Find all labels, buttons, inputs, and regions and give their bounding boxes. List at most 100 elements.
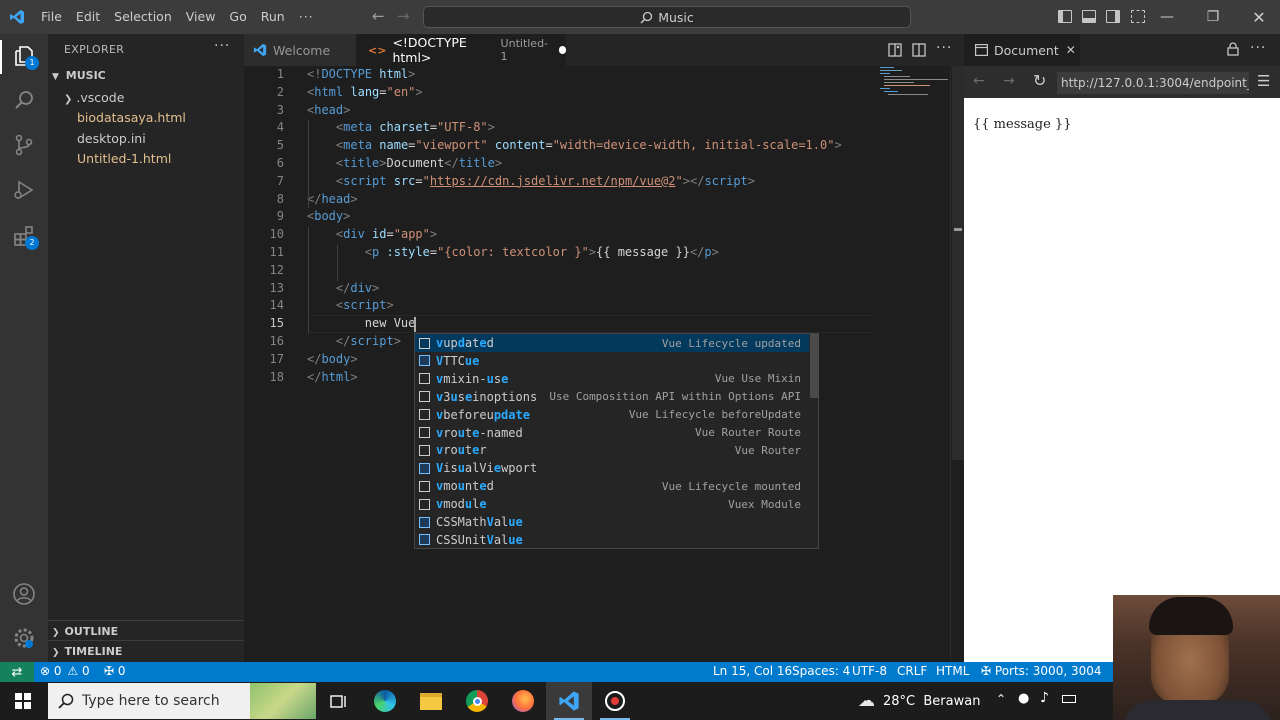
- tree-item-untitled[interactable]: Untitled-1.html: [64, 151, 171, 166]
- tree-item-vscode[interactable]: ❯ .vscode: [64, 90, 124, 105]
- extensions-badge: 2: [25, 236, 39, 250]
- indentation[interactable]: Spaces: 4: [792, 664, 850, 678]
- toggle-sidebar-icon[interactable]: [1058, 10, 1072, 23]
- code-line[interactable]: <p :style="{color: textcolor }">{{ messa…: [307, 245, 719, 259]
- gear-icon[interactable]: [12, 626, 36, 650]
- forward-arrow-icon[interactable]: →: [397, 7, 410, 25]
- lock-icon[interactable]: [1227, 42, 1239, 56]
- suggest-scrollbar[interactable]: [810, 334, 819, 398]
- source-control-icon[interactable]: [12, 133, 36, 157]
- hamburger-menu-icon[interactable]: ☰: [1257, 72, 1270, 90]
- open-preview-icon[interactable]: [888, 43, 902, 57]
- code-line[interactable]: <head>: [307, 103, 350, 117]
- browser-more-actions[interactable]: ···: [1250, 40, 1266, 56]
- outline-section[interactable]: ❯ OUTLINE: [52, 625, 118, 638]
- suggestion-item[interactable]: vroute-named Vue Router Route: [415, 424, 809, 442]
- suggestion-item[interactable]: VTTCue: [415, 352, 809, 370]
- folder-header[interactable]: ▼ MUSIC: [52, 69, 106, 82]
- toggle-panel-icon[interactable]: [1082, 10, 1096, 23]
- suggestion-item[interactable]: CSSUnitValue: [415, 531, 809, 549]
- screen-recorder-icon[interactable]: [592, 682, 638, 720]
- code-line[interactable]: <script src="https://cdn.jsdelivr.net/np…: [307, 174, 755, 188]
- command-center-search[interactable]: Music: [423, 6, 911, 28]
- edge-icon[interactable]: [362, 682, 408, 720]
- browser-back-icon[interactable]: ←: [973, 73, 985, 89]
- code-line[interactable]: <script>: [307, 298, 394, 312]
- code-line[interactable]: <title>Document</title>: [307, 156, 502, 170]
- minimize-icon[interactable]: —: [1144, 0, 1190, 34]
- close-tab-icon[interactable]: ✕: [1066, 43, 1076, 57]
- code-line[interactable]: <html lang="en">: [307, 85, 423, 99]
- accounts-icon[interactable]: [12, 582, 36, 606]
- suggestion-item[interactable]: vmodule Vuex Module: [415, 495, 809, 513]
- chevron-up-icon[interactable]: ⌃: [996, 692, 1006, 706]
- close-window-icon[interactable]: ✕: [1236, 0, 1280, 34]
- remote-icon[interactable]: ⇄: [0, 662, 34, 682]
- search-icon[interactable]: [12, 88, 36, 112]
- run-debug-icon[interactable]: [12, 178, 36, 202]
- firefox-icon[interactable]: [500, 682, 546, 720]
- network-icon[interactable]: ●: [1018, 691, 1029, 706]
- tab-welcome[interactable]: Welcome: [244, 34, 356, 66]
- code-line[interactable]: <meta charset="UTF-8">: [307, 120, 495, 134]
- restore-icon[interactable]: ❐: [1190, 0, 1236, 34]
- tree-item-desktop-ini[interactable]: desktop.ini: [64, 131, 146, 146]
- vscode-taskbar-icon[interactable]: [546, 682, 592, 720]
- windows-start-icon[interactable]: [15, 693, 31, 709]
- vertical-scrollbar[interactable]: [950, 66, 964, 662]
- line-endings[interactable]: CRLF: [897, 664, 927, 678]
- code-line[interactable]: </html>: [307, 370, 358, 384]
- code-line[interactable]: </script>: [307, 334, 401, 348]
- code-line[interactable]: <div id="app">: [307, 227, 437, 241]
- task-view-icon[interactable]: [316, 682, 362, 720]
- live-server-ports[interactable]: ✠ Ports: 3000, 3004: [981, 664, 1102, 678]
- code-line[interactable]: <meta name="viewport" content="width=dev…: [307, 138, 842, 152]
- tree-item-biodatasaya[interactable]: biodatasaya.html: [64, 110, 186, 125]
- code-line[interactable]: </div>: [307, 281, 379, 295]
- menu-view[interactable]: View: [179, 0, 223, 34]
- suggestion-item[interactable]: v3useinoptions Use Composition API within…: [415, 388, 809, 406]
- chrome-icon[interactable]: [454, 682, 500, 720]
- code-line[interactable]: </body>: [307, 352, 358, 366]
- suggestion-item[interactable]: vbeforeupdate Vue Lifecycle beforeUpdate: [415, 406, 809, 424]
- cursor-position[interactable]: Ln 15, Col 16: [713, 664, 792, 678]
- menu-more[interactable]: ···: [292, 0, 321, 34]
- sidebar-more-actions[interactable]: ···: [214, 38, 230, 54]
- tab-document[interactable]: Document ✕: [964, 34, 1080, 66]
- ports-indicator[interactable]: ✠ 0: [104, 664, 126, 678]
- problems-indicator[interactable]: ⊗ 0 ⚠ 0: [40, 664, 90, 678]
- unsaved-dot-icon[interactable]: [559, 46, 566, 54]
- suggestion-item[interactable]: vmounted Vue Lifecycle mounted: [415, 477, 809, 495]
- code-line[interactable]: <body>: [307, 209, 350, 223]
- battery-icon[interactable]: [1062, 695, 1076, 703]
- menu-run[interactable]: Run: [254, 0, 292, 34]
- menu-edit[interactable]: Edit: [69, 0, 107, 34]
- editor-more-actions[interactable]: ···: [936, 40, 952, 56]
- url-input[interactable]: http://127.0.0.1:3004/endpoint_ur: [1057, 72, 1249, 94]
- suggestion-item[interactable]: vmixin-use Vue Use Mixin: [415, 370, 809, 388]
- reload-icon[interactable]: ↻: [1033, 71, 1046, 90]
- minimap[interactable]: [880, 66, 950, 100]
- encoding[interactable]: UTF-8: [852, 664, 887, 678]
- language-mode[interactable]: HTML: [936, 664, 969, 678]
- taskbar-search-box[interactable]: Type here to search: [48, 683, 316, 719]
- split-editor-icon[interactable]: [912, 43, 926, 57]
- suggestion-item[interactable]: vrouter Vue Router: [415, 441, 809, 459]
- file-explorer-icon[interactable]: [408, 682, 454, 720]
- toggle-secondary-sidebar-icon[interactable]: [1106, 10, 1120, 23]
- browser-forward-icon[interactable]: →: [1003, 73, 1015, 89]
- weather-widget[interactable]: ☁ 28°C Berawan: [858, 691, 980, 711]
- code-line[interactable]: </head>: [307, 192, 358, 206]
- suggestion-item[interactable]: vupdated Vue Lifecycle updated: [415, 334, 809, 352]
- volume-icon[interactable]: ♪: [1040, 690, 1049, 706]
- menu-selection[interactable]: Selection: [107, 0, 179, 34]
- timeline-section[interactable]: ❯ TIMELINE: [52, 645, 122, 658]
- suggestion-item[interactable]: CSSMathValue: [415, 513, 809, 531]
- menu-file[interactable]: File: [34, 0, 69, 34]
- code-line[interactable]: <!DOCTYPE html>: [307, 67, 415, 81]
- back-arrow-icon[interactable]: ←: [372, 7, 385, 25]
- tab-untitled-1[interactable]: <> <!DOCTYPE html> Untitled-1: [356, 34, 566, 66]
- menu-go[interactable]: Go: [222, 0, 253, 34]
- suggestion-item[interactable]: VisualViewport: [415, 459, 809, 477]
- customize-layout-icon[interactable]: [1131, 10, 1145, 23]
